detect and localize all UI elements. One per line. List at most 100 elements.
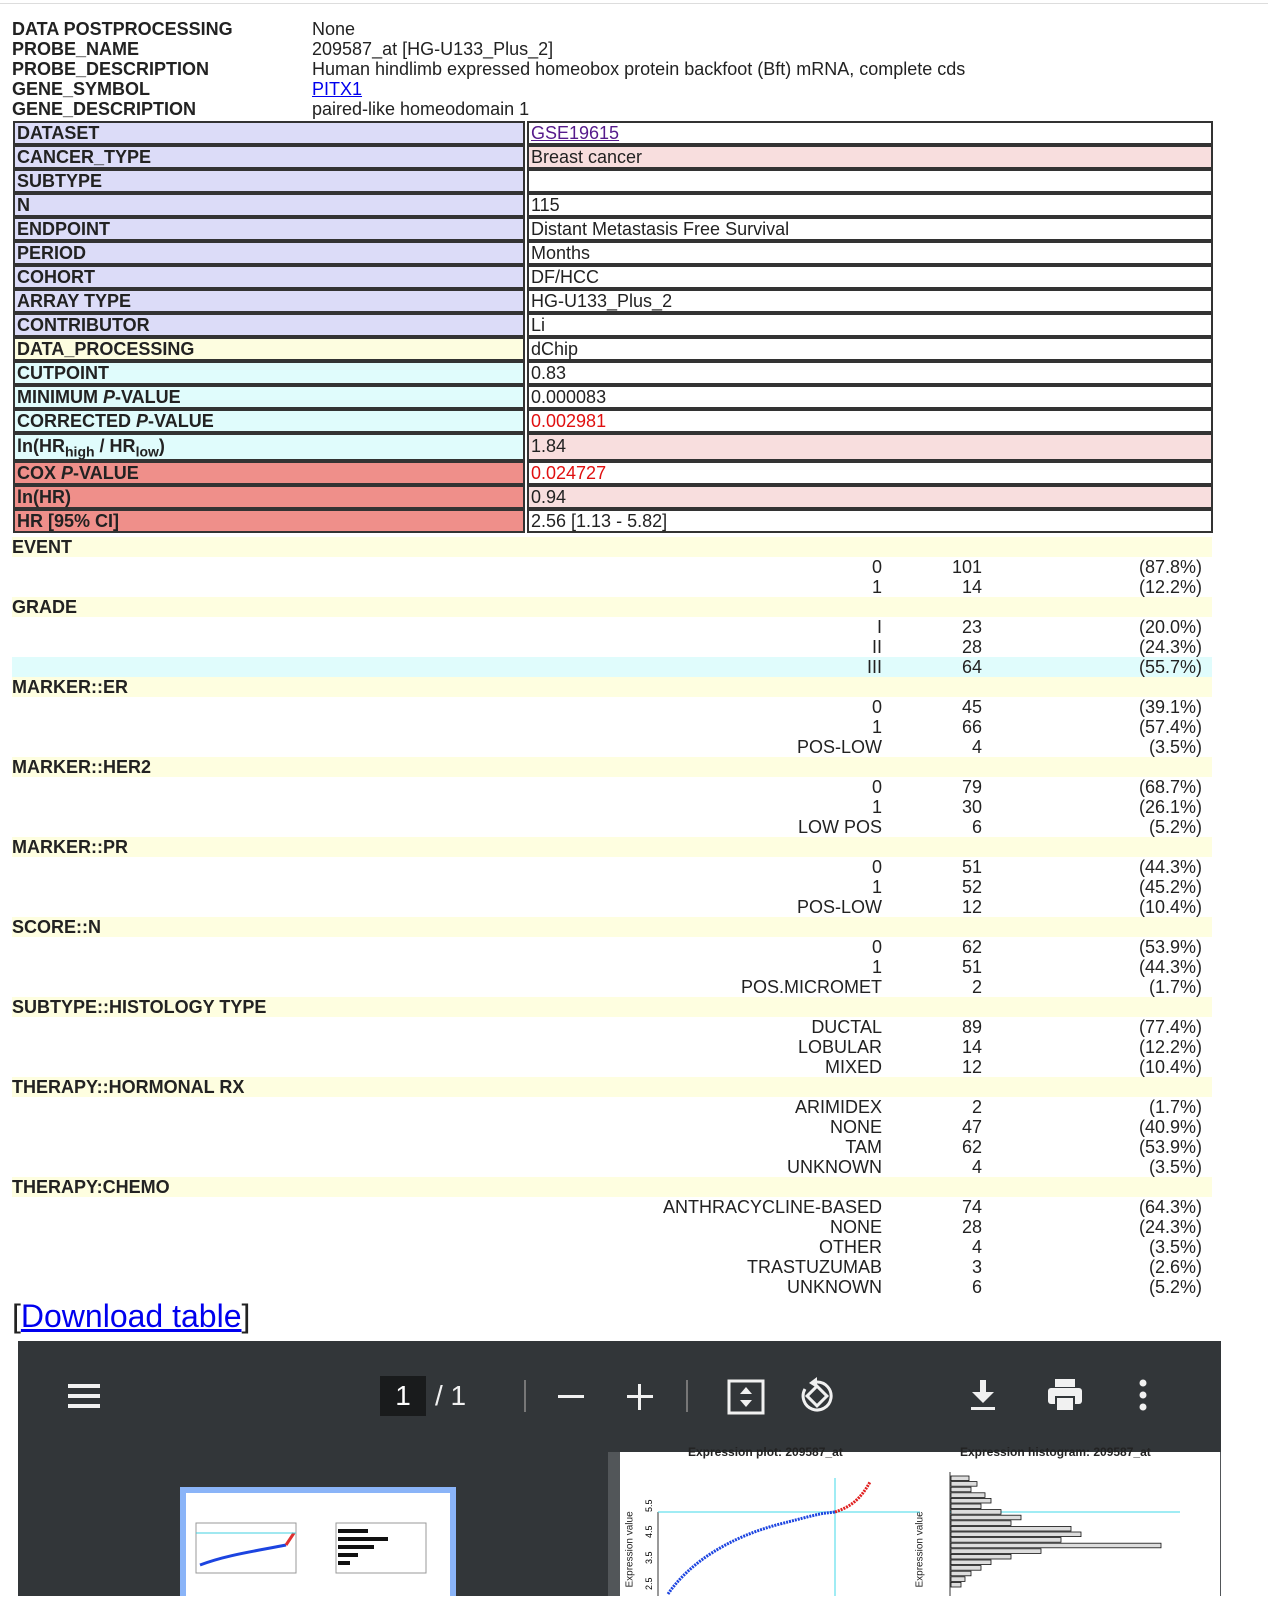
category-value: POS.MICROMET: [740, 977, 882, 997]
row-value: 2.56 [1.13 - 5.82]: [527, 509, 1213, 533]
histogram-bar: [950, 1570, 972, 1577]
category-row: OTHER 4 (3.5%): [12, 1237, 1212, 1257]
category-percent: (26.1%): [1138, 797, 1202, 817]
category-row: POS-LOW 12 (10.4%): [12, 897, 1212, 917]
download-icon[interactable]: [968, 1378, 998, 1417]
histogram-bar: [950, 1481, 978, 1487]
category-count: 12: [961, 1057, 982, 1077]
row-key-text: MINIMUM: [17, 387, 103, 407]
histogram-bar: [950, 1559, 992, 1565]
category-row: I 23 (20.0%): [12, 617, 1212, 637]
rotate-icon[interactable]: [797, 1376, 837, 1421]
category-value: 0: [871, 937, 882, 957]
histogram-bar: [950, 1498, 992, 1504]
row-key-sub: low: [135, 443, 159, 460]
category-percent: (5.2%): [1148, 817, 1202, 837]
row-key-text: -VALUE: [73, 463, 139, 483]
dataset-table: DATASET GSE19615 CANCER_TYPE Breast cancer…: [13, 121, 1213, 533]
page-thumbnail[interactable]: [180, 1487, 456, 1596]
zoom-in-icon[interactable]: [625, 1382, 655, 1417]
category-count: 14: [961, 577, 982, 597]
histogram-bar: [950, 1537, 1062, 1543]
row-key-italic: P: [102, 387, 115, 407]
category-percent: (10.4%): [1138, 897, 1202, 917]
category-percent: (20.0%): [1138, 617, 1202, 637]
row-key: MINIMUM P-VALUE: [13, 385, 525, 409]
category-percent: (1.7%): [1148, 977, 1202, 997]
row-key: CONTRIBUTOR: [13, 313, 525, 337]
row-key: N: [13, 193, 525, 217]
category-row: LOBULAR 14 (12.2%): [12, 1037, 1212, 1057]
row-key-italic: P: [61, 463, 74, 483]
category-value: 1: [871, 577, 882, 597]
category-label: MARKER::ER: [12, 677, 1212, 697]
category-count: 23: [961, 617, 982, 637]
download-table-link[interactable]: Download table: [21, 1298, 242, 1334]
category-row: MIXED 12 (10.4%): [12, 1057, 1212, 1077]
category-count: 47: [961, 1117, 982, 1137]
row-key-sub: high: [65, 443, 95, 460]
info-value: None: [312, 19, 356, 39]
histogram-bar: [950, 1526, 1072, 1532]
row-value: Li: [527, 313, 1213, 337]
category-value: POS-LOW: [796, 897, 882, 917]
row-value: [527, 169, 1213, 193]
row-key: ARRAY TYPE: [13, 289, 525, 313]
category-row: UNKNOWN 4 (3.5%): [12, 1157, 1212, 1177]
category-count: 74: [961, 1197, 982, 1217]
table-row: COX P-VALUE 0.024727: [13, 461, 1213, 485]
category-count: 52: [961, 877, 982, 897]
category-percent: (57.4%): [1138, 717, 1202, 737]
print-icon[interactable]: [1046, 1377, 1084, 1418]
category-label: THERAPY::HORMONAL RX: [12, 1077, 1212, 1097]
ytick-label: 3.5: [644, 1551, 654, 1564]
zoom-out-icon[interactable]: [556, 1382, 586, 1417]
fit-page-icon[interactable]: [727, 1379, 765, 1420]
table-row: SUBTYPE: [13, 169, 1213, 193]
row-key: ln(HR): [13, 485, 525, 509]
info-row: PROBE_NAME 209587_at [HG-U133_Plus_2]: [12, 39, 1252, 59]
row-key-text: ): [158, 436, 165, 456]
download-line: [Download table]: [12, 1298, 250, 1334]
category-value: TRASTUZUMAB: [747, 1257, 882, 1277]
row-value: dChip: [527, 337, 1213, 361]
top-divider: [0, 3, 1268, 4]
category-row: 0 51 (44.3%): [12, 857, 1212, 877]
category-row: NONE 47 (40.9%): [12, 1117, 1212, 1137]
category-value: DUCTAL: [811, 1017, 882, 1037]
category-value: ANTHRACYCLINE-BASED: [662, 1197, 882, 1217]
category-percent: (44.3%): [1138, 857, 1202, 877]
category-label: SUBTYPE::HISTOLOGY TYPE: [12, 997, 1212, 1017]
info-row: DATA POSTPROCESSING None: [12, 19, 1252, 39]
histogram-bar: [950, 1565, 982, 1571]
row-key: CUTPOINT: [13, 361, 525, 385]
row-value: HG-U133_Plus_2: [527, 289, 1213, 313]
histogram-bar: [950, 1514, 1022, 1521]
category-percent: (3.5%): [1148, 1237, 1202, 1257]
histogram-bars: [950, 1475, 1162, 1588]
category-count: 4: [971, 1237, 982, 1257]
category-percent: (3.5%): [1148, 737, 1202, 757]
category-count: 51: [961, 957, 982, 977]
row-key-text: / HR: [94, 436, 136, 456]
row-value: 0.024727: [527, 461, 1213, 485]
histogram-bar: [950, 1542, 1162, 1549]
table-row: CORRECTED P-VALUE 0.002981: [13, 409, 1213, 433]
category-percent: (64.3%): [1138, 1197, 1202, 1217]
menu-icon[interactable]: [66, 1380, 102, 1417]
row-key: DATA_PROCESSING: [13, 337, 525, 361]
category-percent: (44.3%): [1138, 957, 1202, 977]
category-value: UNKNOWN: [787, 1157, 882, 1177]
category-percent: (10.4%): [1138, 1057, 1202, 1077]
page-number-input[interactable]: 1: [380, 1376, 426, 1416]
category-percent: (5.2%): [1148, 1277, 1202, 1297]
more-options-icon[interactable]: [1137, 1378, 1149, 1417]
histogram-bar: [950, 1554, 1012, 1560]
gene-symbol-link[interactable]: PITX1: [312, 79, 362, 99]
table-row: ln(HRhigh / HRlow) 1.84: [13, 433, 1213, 461]
dataset-link[interactable]: GSE19615: [531, 123, 619, 143]
category-count: 12: [961, 897, 982, 917]
category-count: 2: [971, 977, 982, 997]
category-percent: (2.6%): [1148, 1257, 1202, 1277]
category-count: 45: [961, 697, 982, 717]
